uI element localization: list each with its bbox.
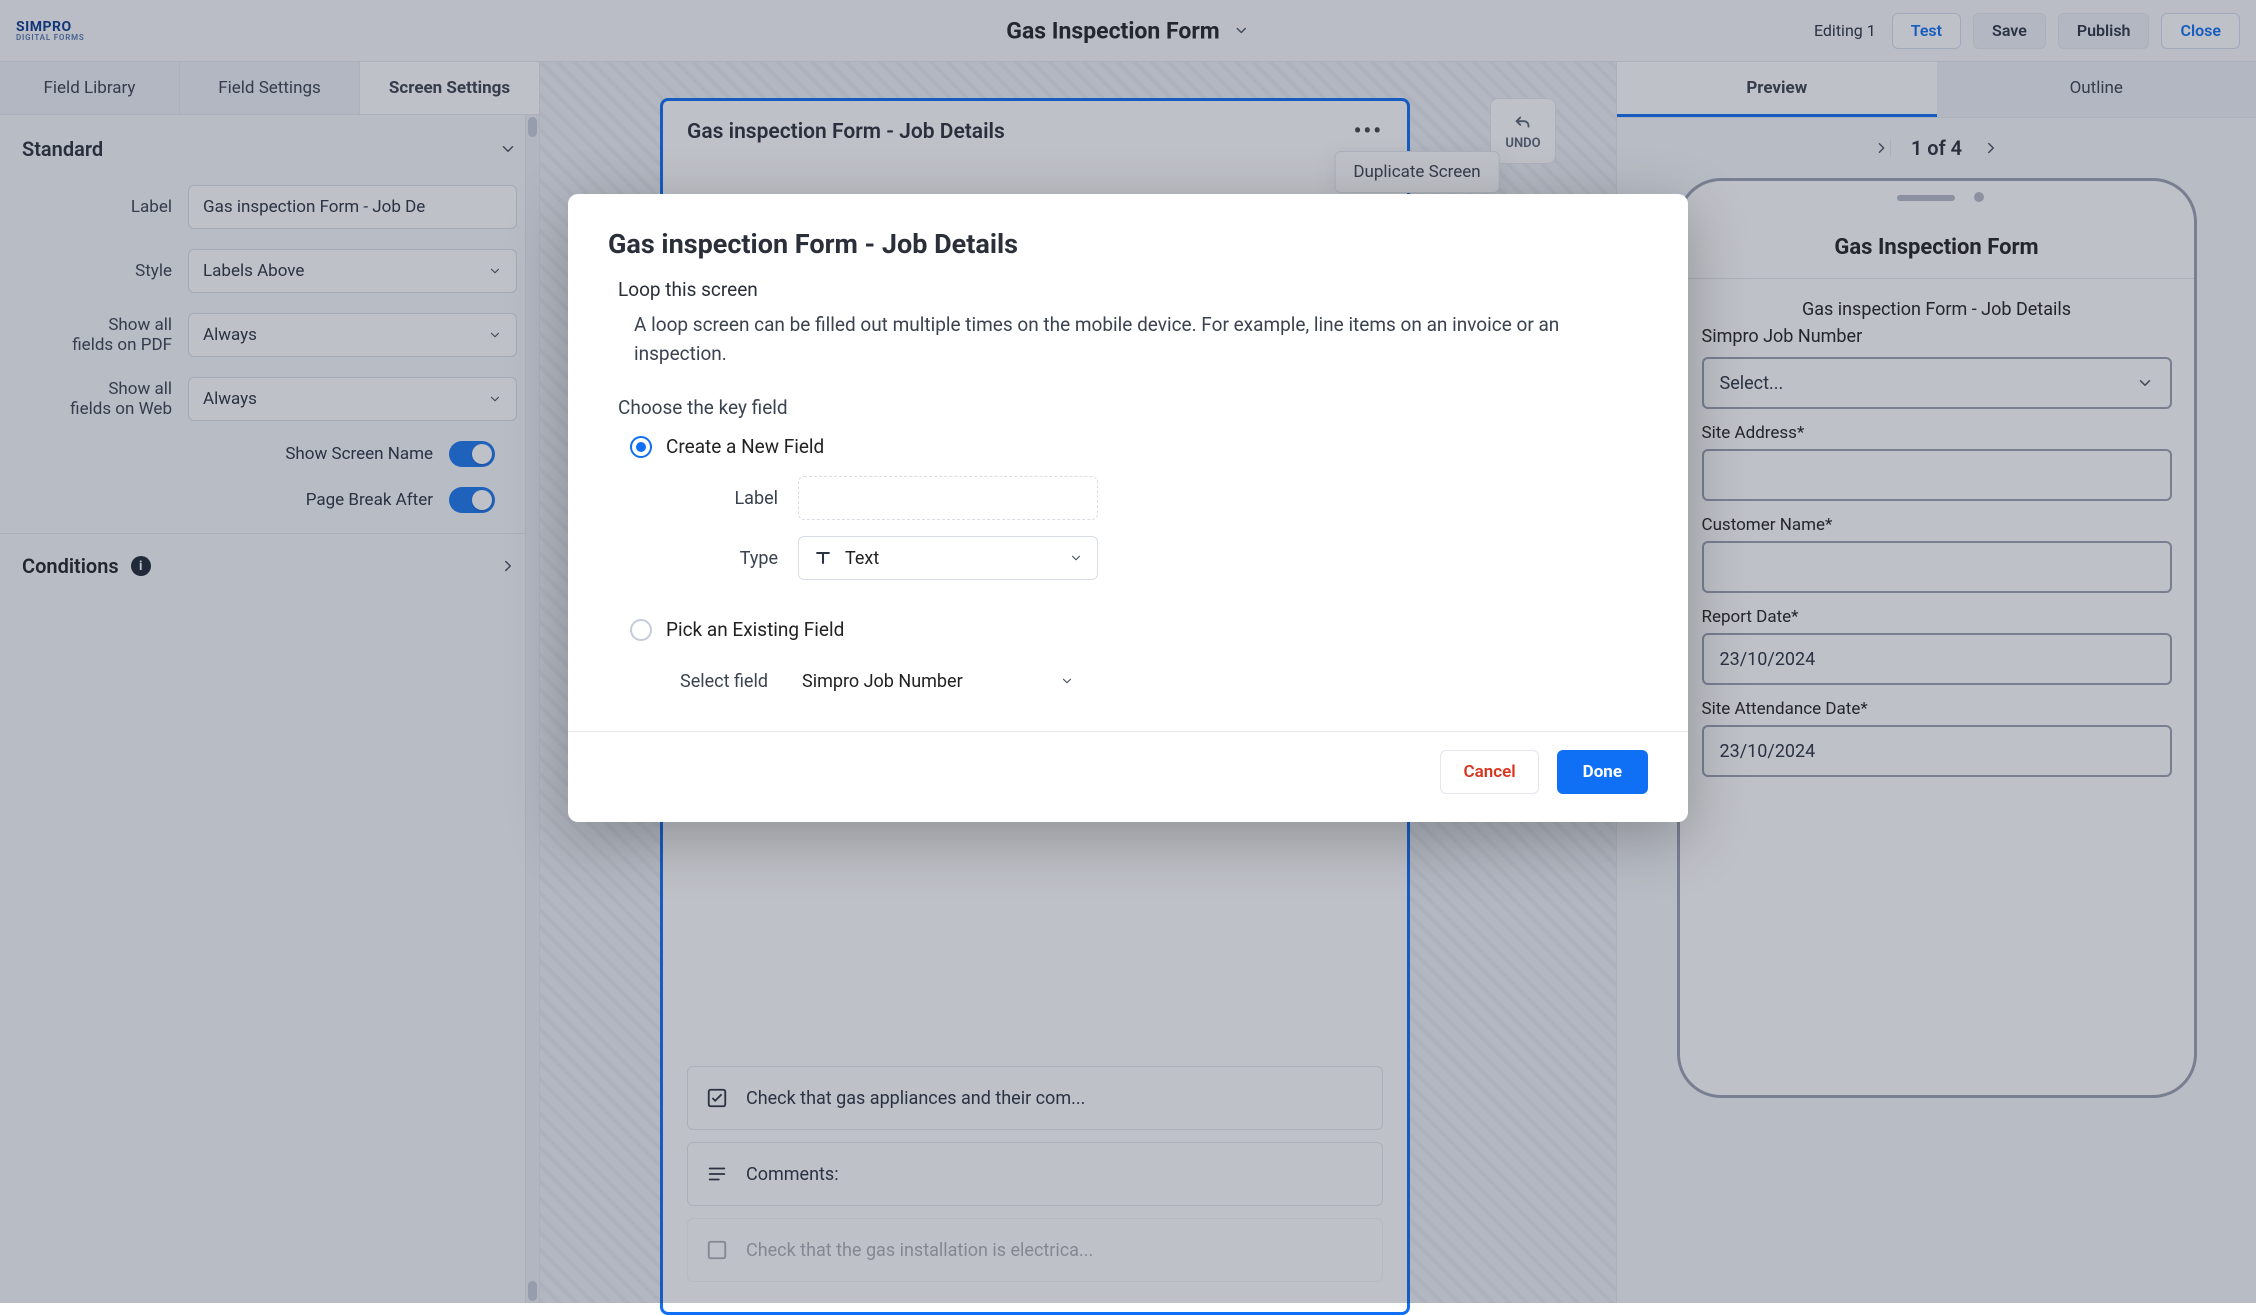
done-button[interactable]: Done [1557, 750, 1648, 794]
option-create-new[interactable]: Create a New Field [630, 435, 1648, 458]
text-type-icon [813, 548, 833, 568]
select-existing-field[interactable]: Simpro Job Number [788, 659, 1088, 703]
radio-unchecked-icon [630, 619, 652, 641]
new-field-label-row: Label [688, 476, 1648, 520]
new-field-type-select[interactable]: Text [798, 536, 1098, 580]
radio-checked-icon [630, 436, 652, 458]
modal-loop-heading: Loop this screen [618, 278, 1648, 301]
loop-screen-modal: Gas inspection Form - Job Details Loop t… [568, 194, 1688, 822]
modal-loop-desc: A loop screen can be filled out multiple… [634, 311, 1648, 368]
modal-title: Gas inspection Form - Job Details [608, 228, 1648, 260]
cancel-button[interactable]: Cancel [1440, 750, 1538, 794]
chevron-down-icon [1060, 674, 1074, 688]
new-field-label-input[interactable] [798, 476, 1098, 520]
select-field-row: Select field Simpro Job Number [648, 659, 1648, 703]
modal-divider [568, 731, 1688, 732]
new-field-type-row: Type Text [688, 536, 1648, 580]
modal-actions: Cancel Done [608, 750, 1648, 794]
chevron-down-icon [1069, 551, 1083, 565]
option-pick-existing[interactable]: Pick an Existing Field [630, 618, 1648, 641]
modal-choose-label: Choose the key field [618, 396, 1648, 419]
